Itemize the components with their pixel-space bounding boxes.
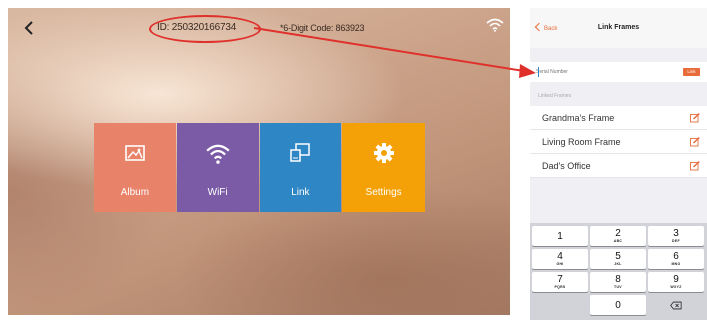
- gear-icon: [373, 143, 394, 163]
- key-digit: 6: [673, 251, 679, 262]
- numeric-keypad: 1 2 ABC 3 DEF 4 GHI 5 JKL 6 MNO 7 PQRS 8 TUV 9W…: [530, 223, 707, 320]
- list-item[interactable]: Dad's Office: [530, 154, 707, 178]
- link-tile[interactable]: Link: [259, 123, 342, 212]
- frame-name: Living Room Frame: [542, 137, 621, 147]
- key-3[interactable]: 3 DEF: [648, 226, 704, 246]
- list-item[interactable]: Living Room Frame: [530, 130, 707, 154]
- link-devices-icon: [290, 143, 311, 162]
- delete-key[interactable]: [648, 295, 704, 315]
- nav-bar: Back Link Frames: [530, 8, 707, 48]
- link-tile-label: Link: [291, 187, 310, 198]
- key-digit: 0: [615, 300, 621, 311]
- backspace-icon: [670, 301, 682, 310]
- linked-frames-list: Grandma's Frame Living Room Frame Dad's …: [530, 106, 707, 178]
- settings-tile[interactable]: Settings: [342, 123, 425, 212]
- key-digit: 3: [673, 228, 679, 239]
- page-title: Link Frames: [597, 24, 640, 31]
- key-5[interactable]: 5 JKL: [590, 249, 646, 269]
- key-letters: WXYZ: [670, 285, 682, 289]
- edit-icon[interactable]: [690, 113, 700, 123]
- frame-name: Grandma's Frame: [542, 113, 615, 123]
- key-0[interactable]: 0: [590, 295, 646, 315]
- key-digit: 7: [557, 274, 563, 285]
- wifi-status-icon: [486, 18, 504, 32]
- edit-icon[interactable]: [690, 161, 700, 171]
- key-blank: [532, 295, 588, 315]
- wifi-icon: [205, 144, 230, 164]
- key-digit: 8: [615, 274, 621, 285]
- key-letters: GHI: [556, 262, 564, 266]
- key-8[interactable]: 8 TUV: [590, 272, 646, 292]
- key-letters: JKL: [614, 262, 622, 266]
- phone-link-frames-screen: Back Link Frames Link Linked Frames Gran…: [530, 8, 707, 320]
- key-digit: 2: [615, 228, 621, 239]
- serial-input-row: Link: [530, 62, 707, 82]
- photo-icon: [125, 145, 145, 161]
- back-arrow-icon[interactable]: [20, 18, 40, 38]
- key-letters: PQRS: [554, 285, 566, 289]
- key-6[interactable]: 6 MNO: [648, 249, 704, 269]
- key-letters: DEF: [672, 239, 680, 243]
- key-9[interactable]: 9 WXYZ: [648, 272, 704, 292]
- frame-name: Dad's Office: [542, 161, 591, 171]
- link-button[interactable]: Link: [683, 68, 700, 76]
- key-letters: TUV: [614, 285, 622, 289]
- key-4[interactable]: 4 GHI: [532, 249, 588, 269]
- serial-number-input[interactable]: [536, 67, 666, 77]
- key-digit: 4: [557, 251, 563, 262]
- edit-icon[interactable]: [690, 137, 700, 147]
- key-digit: 9: [673, 274, 679, 285]
- album-tile-label: Album: [120, 187, 150, 198]
- wifi-tile[interactable]: WiFi: [176, 123, 259, 212]
- key-digit: 5: [615, 251, 621, 262]
- main-menu-tiles: Album WiFi Link Settings: [94, 123, 425, 212]
- settings-tile-label: Settings: [365, 187, 402, 198]
- id-annotation-circle: [149, 15, 261, 43]
- key-letters: MNO: [671, 262, 681, 266]
- six-digit-code-label: *6-Digit Code: 863923: [280, 23, 365, 33]
- key-digit: 1: [557, 231, 563, 242]
- linked-frames-header: Linked Frames: [538, 93, 572, 99]
- album-tile[interactable]: Album: [94, 123, 176, 212]
- frame-home-screen: ID: 250320166734 *6-Digit Code: 863923 A…: [8, 8, 510, 315]
- list-item[interactable]: Grandma's Frame: [530, 106, 707, 130]
- key-1[interactable]: 1: [532, 226, 588, 246]
- key-letters: ABC: [613, 239, 623, 243]
- wifi-tile-label: WiFi: [207, 187, 228, 198]
- key-7[interactable]: 7 PQRS: [532, 272, 588, 292]
- text-caret: [538, 67, 539, 77]
- key-2[interactable]: 2 ABC: [590, 226, 646, 246]
